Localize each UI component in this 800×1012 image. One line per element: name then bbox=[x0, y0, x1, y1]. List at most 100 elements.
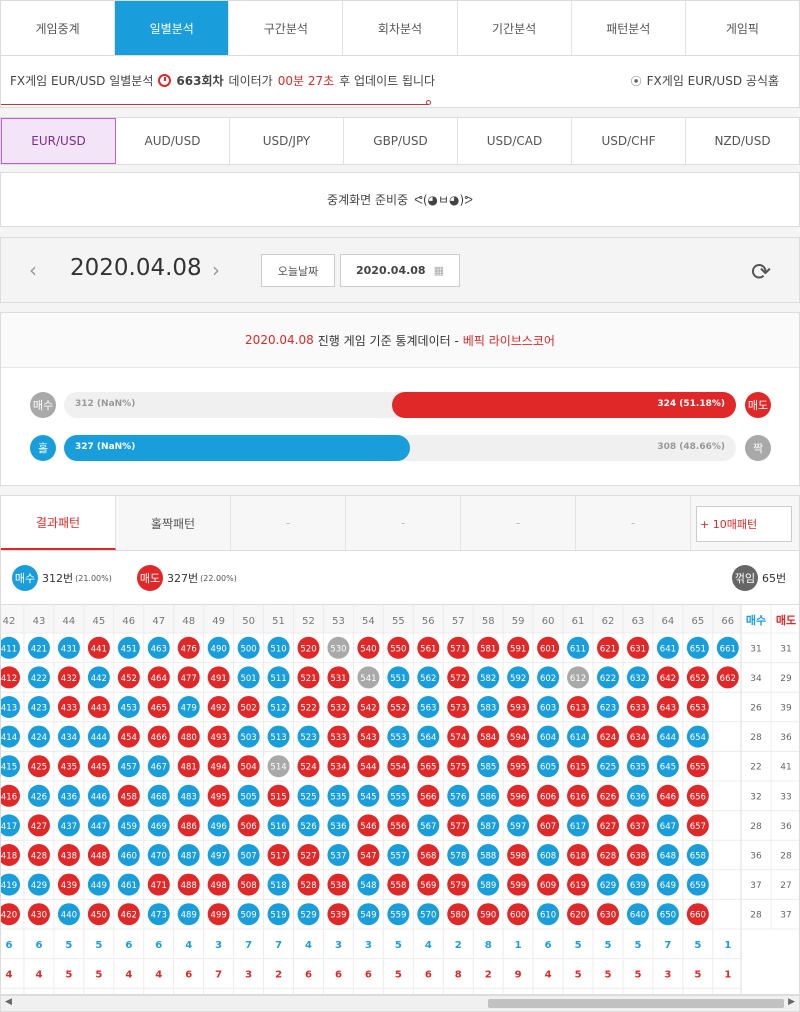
result-number: 553 bbox=[390, 733, 406, 743]
result-number: 548 bbox=[360, 881, 376, 891]
today-button[interactable]: 오늘날짜 bbox=[261, 254, 335, 287]
pair-tab-4[interactable]: USD/CAD bbox=[458, 118, 572, 164]
nav-tab-5[interactable]: 패턴분석 bbox=[572, 1, 686, 55]
result-number: 510 bbox=[270, 644, 286, 654]
nav-tab-3[interactable]: 회차분석 bbox=[343, 1, 458, 55]
nav-tab-0[interactable]: 게임중계 bbox=[1, 1, 116, 55]
result-number: 502 bbox=[240, 704, 256, 714]
clock-icon bbox=[158, 74, 172, 87]
scrollbar-thumb[interactable] bbox=[488, 999, 784, 1008]
result-number: 563 bbox=[420, 704, 436, 714]
result-number: 415 bbox=[1, 763, 17, 773]
next-date-button[interactable]: › bbox=[212, 258, 220, 282]
nav-tab-4[interactable]: 기간분석 bbox=[458, 1, 572, 55]
result-number: 442 bbox=[91, 674, 107, 684]
result-number: 430 bbox=[31, 911, 47, 921]
result-number: 412 bbox=[1, 674, 17, 684]
pair-tab-3[interactable]: GBP/USD bbox=[344, 118, 458, 164]
result-number: 628 bbox=[600, 852, 616, 862]
sell-count-cell: 5 bbox=[395, 969, 402, 980]
result-number: 479 bbox=[181, 704, 197, 714]
scroll-left-icon[interactable]: ◀ bbox=[5, 997, 12, 1007]
result-number: 605 bbox=[540, 763, 556, 773]
result-number: 465 bbox=[151, 704, 167, 714]
refresh-icon[interactable]: ⟳ bbox=[751, 258, 771, 286]
info-bar: FX게임 EUR/USD 일별분석 663회차 데이터가 00분 27초 후 업… bbox=[0, 56, 800, 108]
pattern-tab-2: - bbox=[231, 496, 346, 550]
grid-column-header: 54 bbox=[362, 616, 375, 627]
result-number: 611 bbox=[570, 644, 586, 654]
grid-column-header: 66 bbox=[721, 616, 734, 627]
nav-tab-2[interactable]: 구간분석 bbox=[229, 1, 344, 55]
result-number: 637 bbox=[630, 822, 646, 832]
prep-text: 중계화면 준비중 bbox=[327, 193, 409, 207]
result-number: 543 bbox=[360, 733, 376, 743]
info-round: 663회차 bbox=[176, 74, 224, 88]
date-picker[interactable]: 2020.04.08 ▦ bbox=[340, 254, 460, 287]
result-number: 452 bbox=[121, 674, 137, 684]
result-number: 516 bbox=[270, 822, 286, 832]
result-number: 501 bbox=[240, 674, 256, 684]
buy-count-cell: 7 bbox=[275, 940, 282, 951]
pair-tab-6[interactable]: NZD/USD bbox=[686, 118, 799, 164]
result-number: 616 bbox=[570, 792, 586, 802]
result-number: 425 bbox=[31, 763, 47, 773]
result-number: 617 bbox=[570, 822, 586, 832]
pair-tab-5[interactable]: USD/CHF bbox=[572, 118, 686, 164]
legend-buy-pct: (21.00%) bbox=[75, 573, 112, 583]
side-buy-count: 31 bbox=[750, 644, 761, 654]
result-number: 547 bbox=[360, 852, 376, 862]
result-number: 477 bbox=[181, 674, 197, 684]
result-number: 473 bbox=[151, 911, 167, 921]
sell-count-cell: 6 bbox=[425, 969, 432, 980]
result-number: 624 bbox=[600, 733, 616, 743]
result-number: 585 bbox=[480, 763, 496, 773]
grid-column-header: 58 bbox=[482, 616, 495, 627]
result-number: 587 bbox=[480, 822, 496, 832]
pair-tabs: EUR/USD AUD/USD USD/JPY GBP/USD USD/CAD USD/C… bbox=[0, 117, 800, 165]
pattern-tab-1[interactable]: 홀짝패턴 bbox=[116, 496, 231, 550]
pattern-tab-3: - bbox=[346, 496, 461, 550]
result-number: 495 bbox=[211, 792, 227, 802]
result-number: 439 bbox=[61, 881, 77, 891]
nav-tab-1[interactable]: 일별분석 bbox=[115, 1, 230, 55]
side-buy-count: 28 bbox=[750, 911, 762, 921]
official-site-link[interactable]: ⦿ FX게임 EUR/USD 공식홈 bbox=[631, 72, 779, 89]
result-number: 509 bbox=[240, 911, 256, 921]
result-number: 422 bbox=[31, 674, 47, 684]
result-number: 440 bbox=[61, 911, 77, 921]
buy-count-cell: 5 bbox=[575, 940, 582, 951]
top-nav: 게임중계 일별분석 구간분석 회차분석 기간분석 패턴분석 게임픽 bbox=[0, 0, 800, 56]
ten-pattern-button[interactable]: + 10매패턴 bbox=[696, 506, 792, 542]
sell-count-cell: 6 bbox=[335, 969, 342, 980]
horizontal-scrollbar[interactable]: ◀ ▶ bbox=[0, 995, 800, 1012]
result-number: 544 bbox=[360, 763, 376, 773]
scroll-right-icon[interactable]: ▶ bbox=[788, 997, 795, 1007]
side-sell-count: 41 bbox=[780, 763, 791, 773]
result-number: 626 bbox=[600, 792, 616, 802]
nav-tab-6[interactable]: 게임픽 bbox=[686, 1, 799, 55]
result-number: 619 bbox=[570, 881, 586, 891]
result-number: 421 bbox=[31, 644, 47, 654]
pattern-tab-0[interactable]: 결과패턴 bbox=[1, 496, 116, 550]
pair-tab-1[interactable]: AUD/USD bbox=[116, 118, 230, 164]
result-number: 661 bbox=[720, 644, 736, 654]
result-number: 476 bbox=[181, 644, 197, 654]
even-circle: 짝 bbox=[745, 435, 771, 461]
info-prefix: FX게임 EUR/USD 일별분석 bbox=[10, 74, 154, 88]
pair-tab-0[interactable]: EUR/USD bbox=[1, 118, 116, 164]
result-number: 640 bbox=[630, 911, 646, 921]
sell-count-cell: 4 bbox=[155, 969, 162, 980]
result-number: 424 bbox=[31, 733, 47, 743]
side-sell-count: 36 bbox=[780, 733, 792, 743]
result-number: 582 bbox=[480, 674, 496, 684]
odd-even-bar: 327 (NaN%) 308 (48.66%) bbox=[64, 435, 736, 461]
prev-date-button[interactable]: ‹ bbox=[29, 258, 37, 282]
result-number: 583 bbox=[480, 704, 496, 714]
legend-buy: 매수 312번 (21.00%) bbox=[12, 565, 112, 591]
pair-tab-2[interactable]: USD/JPY bbox=[230, 118, 344, 164]
result-number: 559 bbox=[390, 911, 406, 921]
result-number: 513 bbox=[270, 733, 286, 743]
result-number: 635 bbox=[630, 763, 646, 773]
result-number: 564 bbox=[420, 733, 436, 743]
